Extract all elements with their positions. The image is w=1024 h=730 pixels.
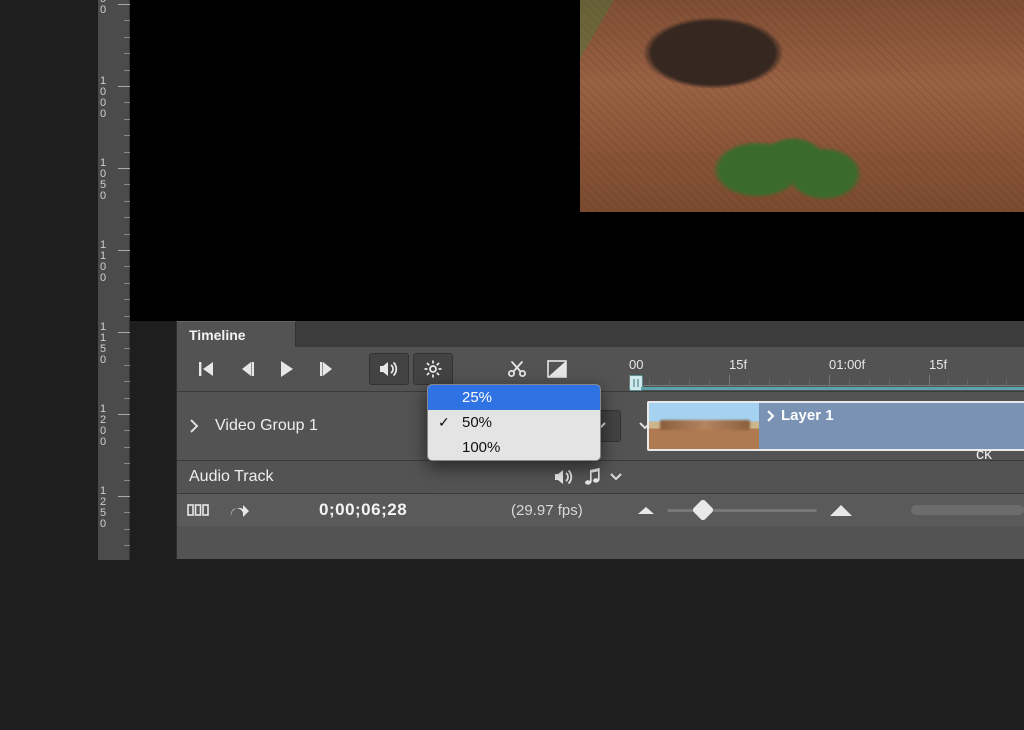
time-tick-label: 15f — [729, 357, 747, 372]
fps-readout: (29.97 fps) — [511, 502, 583, 519]
resolution-option[interactable]: 25% — [428, 385, 600, 410]
ruler-label: 1 0 5 0 — [100, 158, 114, 202]
clip-thumbnail — [649, 403, 759, 449]
ruler-label: 1 1 0 0 — [100, 240, 114, 284]
settings-button[interactable] — [413, 353, 453, 385]
clip-label: Layer 1 — [781, 407, 834, 424]
time-ruler-baseline — [629, 385, 1024, 386]
below-ruler-gutter — [98, 560, 178, 730]
resolution-option-label: 25% — [462, 389, 492, 406]
timeline-scrollbar[interactable] — [911, 505, 1024, 515]
music-note-icon[interactable] — [584, 468, 600, 486]
zoom-in-icon[interactable] — [829, 503, 853, 517]
video-group-label: Video Group 1 — [215, 417, 318, 435]
time-tick-label: 00 — [629, 357, 643, 372]
check-icon: ✓ — [438, 414, 450, 431]
current-timecode[interactable]: 0;00;06;28 — [319, 500, 407, 520]
export-icon[interactable] — [229, 502, 249, 518]
timeline-footer: 0;00;06;28 (29.97 fps) — [177, 494, 1024, 526]
resolution-option-label: 100% — [462, 439, 500, 456]
time-tick-label: 01:00f — [829, 357, 865, 372]
go-to-first-frame-button[interactable] — [189, 354, 225, 384]
ruler-label: 1 2 0 0 — [100, 404, 114, 448]
transition-button[interactable] — [539, 354, 575, 384]
time-tick-label: 15f — [929, 357, 947, 372]
time-ruler[interactable]: 0015f01:00f15f02:00f — [629, 347, 1024, 392]
zoom-slider[interactable] — [637, 503, 853, 517]
audio-track-row: Audio Track — [177, 461, 1024, 494]
step-back-button[interactable] — [229, 354, 265, 384]
app-left-gutter — [0, 0, 98, 730]
work-area-bar[interactable] — [641, 387, 1024, 390]
resolution-option[interactable]: ✓ 50% — [428, 410, 600, 435]
ruler-label: 1 0 0 0 — [100, 76, 114, 120]
resolution-option[interactable]: 100% — [428, 435, 600, 460]
ruler-label: 1 1 5 0 — [100, 322, 114, 366]
vertical-ruler[interactable]: 5 0 1 0 0 0 1 0 5 0 1 1 0 0 1 1 5 0 1 2 0 0 1 … — [98, 0, 130, 560]
step-forward-button[interactable] — [309, 354, 345, 384]
ruler-label: 1 2 5 0 — [100, 486, 114, 530]
chevron-right-icon[interactable] — [189, 419, 199, 433]
clip-lane[interactable]: Layer 1 — [629, 401, 1024, 451]
zoom-track[interactable] — [667, 509, 817, 512]
app-bottom-gutter — [176, 559, 1024, 730]
ruler-label: 5 0 — [100, 0, 114, 16]
zoom-thumb[interactable] — [692, 498, 715, 521]
audio-menu-chevron-icon[interactable] — [610, 473, 622, 481]
timeline-tab-label: Timeline — [189, 327, 246, 343]
split-clip-button[interactable] — [499, 354, 535, 384]
timeline-tab[interactable]: Timeline — [177, 321, 296, 347]
timeline-tabbar: Timeline — [177, 321, 1024, 347]
canvas-area[interactable] — [130, 0, 1024, 321]
document-preview-image[interactable] — [580, 0, 1024, 212]
speaker-icon[interactable] — [554, 469, 574, 485]
mute-audio-button[interactable] — [369, 353, 409, 385]
zoom-out-icon[interactable] — [637, 505, 655, 515]
audio-track-label: Audio Track — [189, 468, 273, 486]
video-clip[interactable]: Layer 1 — [647, 401, 1024, 451]
resolution-option-label: 50% — [462, 414, 492, 431]
play-button[interactable] — [269, 354, 305, 384]
resolution-dropdown-menu: 25% ✓ 50% 100% — [427, 384, 601, 461]
chevron-right-icon — [767, 410, 775, 422]
render-options-icon[interactable] — [187, 504, 209, 516]
